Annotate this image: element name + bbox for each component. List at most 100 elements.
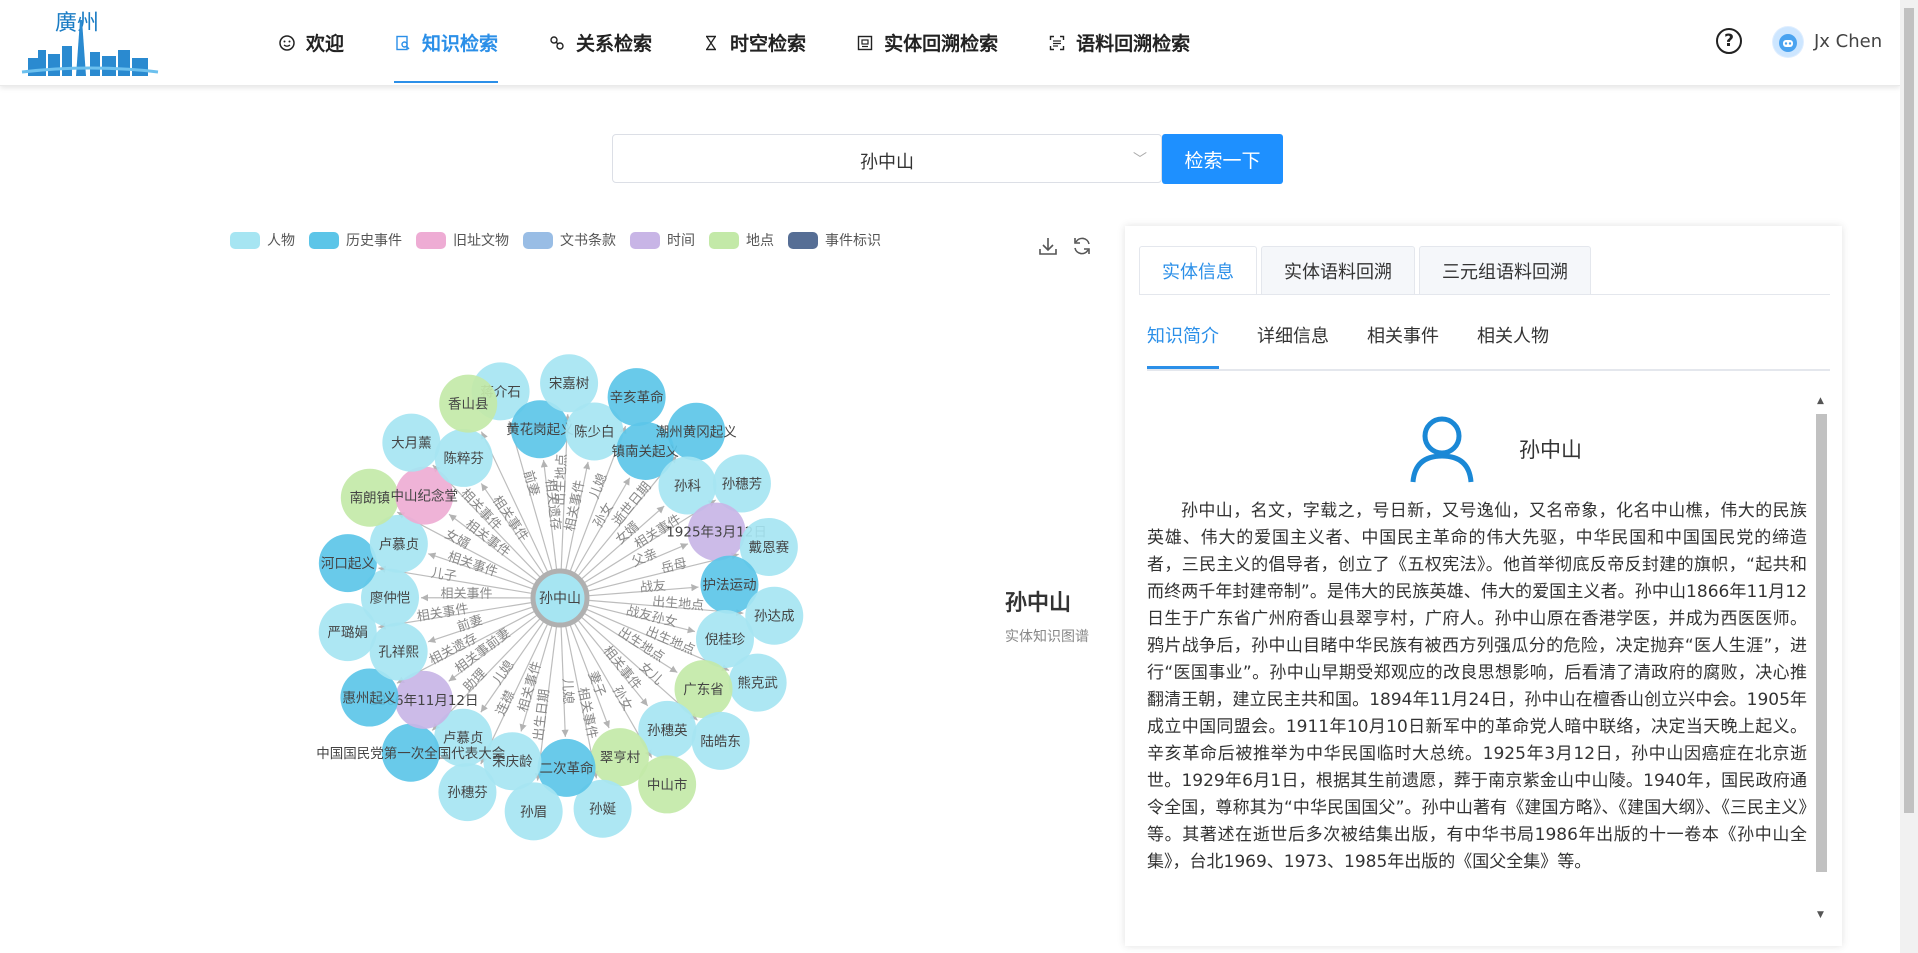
main-nav: 欢迎 知识检索 关系检索 时空检索 实体回溯检索 语料回溯检索 [278, 0, 1240, 85]
svg-text:孙穗芬: 孙穗芬 [447, 785, 488, 801]
svg-text:二次革命: 二次革命 [540, 760, 594, 777]
graph-node[interactable]: 河口起义 [318, 534, 377, 593]
graph-node[interactable]: 孙穗芬 [438, 763, 497, 822]
svg-text:大月薰: 大月薰 [391, 436, 432, 452]
knowledge-graph[interactable]: 前妻 相关遗存出生地点相关事件 儿媳孙女逝世日期女婿相关事件父亲 岳母战友出生地点战友… [280, 315, 870, 875]
nav-spacetime-search[interactable]: 时空检索 [702, 0, 806, 85]
search-button[interactable]: 检索一下 [1162, 134, 1283, 184]
edge-label: 父亲 [630, 546, 660, 570]
tab-triple-corpus-trace[interactable]: 三元组语料回溯 [1419, 246, 1591, 294]
svg-text:中山市: 中山市 [647, 776, 688, 793]
page-scrollbar-thumb[interactable] [1904, 8, 1914, 813]
legend-swatch [230, 231, 260, 249]
svg-text:广东省: 广东省 [683, 682, 724, 698]
page-scrollbar[interactable] [1900, 0, 1918, 953]
legend-label: 地点 [746, 233, 774, 249]
edge-label: 儿媳 [489, 657, 517, 687]
edge-label: 儿媳 [559, 678, 576, 705]
subtab-related-events[interactable]: 相关事件 [1367, 322, 1439, 370]
nav-knowledge-search[interactable]: 知识检索 [394, 0, 499, 85]
refresh-icon[interactable] [1071, 235, 1093, 257]
legend-item-time[interactable]: 时间 [630, 230, 695, 250]
scroll-down-icon[interactable]: ▼ [1817, 910, 1824, 920]
nav-corpus-trace-search[interactable]: 语料回溯检索 [1048, 0, 1190, 85]
subtab-related-persons[interactable]: 相关人物 [1477, 322, 1549, 370]
svg-text:孔祥熙: 孔祥熙 [378, 645, 419, 661]
graph-node[interactable]: 陆皓东 [691, 711, 750, 770]
tab-entity-info[interactable]: 实体信息 [1139, 246, 1257, 294]
graph-center-node[interactable]: 孙中山 [530, 568, 590, 628]
tab-entity-corpus-trace[interactable]: 实体语料回溯 [1261, 246, 1415, 294]
svg-text:卢慕贞: 卢慕贞 [443, 731, 484, 747]
legend-swatch [788, 231, 818, 249]
legend-label: 人物 [267, 233, 295, 249]
svg-text:孙穗芳: 孙穗芳 [722, 476, 763, 492]
legend-swatch [630, 231, 660, 249]
legend-item-place[interactable]: 地点 [709, 230, 774, 250]
nav-entity-trace-search[interactable]: 实体回溯检索 [856, 0, 998, 85]
graph-node[interactable]: 孙眉 [504, 782, 563, 841]
legend-item-event-tag[interactable]: 事件标识 [788, 230, 881, 250]
svg-text:香山县: 香山县 [448, 397, 489, 413]
graph-node[interactable]: 翠亨村 [590, 728, 649, 787]
legend-swatch [709, 231, 739, 249]
edge-label: 岳母 [660, 556, 689, 577]
svg-text:孙娫: 孙娫 [589, 802, 616, 818]
svg-text:黄花岗起义: 黄花岗起义 [506, 422, 574, 438]
svg-text:廖仲恺: 廖仲恺 [370, 590, 411, 607]
help-icon[interactable]: ? [1716, 28, 1742, 54]
guangzhou-logo[interactable]: 廣州 [20, 6, 160, 76]
download-icon[interactable] [1037, 235, 1059, 257]
username[interactable]: Jx Chen [1814, 31, 1882, 52]
summary-text: 孙中山，名文，字载之，号日新，又号逸仙，又名帝象，化名中山樵，伟大的民族英雄、伟… [1147, 501, 1807, 872]
svg-text:河口起义: 河口起义 [321, 556, 375, 572]
search-doc-icon [394, 34, 412, 52]
subtab-summary[interactable]: 知识简介 [1147, 322, 1219, 370]
search-select[interactable]: 孙中山 ﹀ [612, 134, 1162, 183]
nav-relation-search[interactable]: 关系检索 [548, 0, 652, 85]
legend-item-document[interactable]: 文书条款 [523, 230, 616, 250]
svg-text:陆皓东: 陆皓东 [700, 734, 741, 750]
svg-text:陈少白: 陈少白 [574, 424, 615, 441]
legend-item-person[interactable]: 人物 [230, 230, 295, 250]
scroll-up-icon[interactable]: ▲ [1817, 396, 1824, 406]
svg-text:惠州起义: 惠州起义 [342, 691, 396, 707]
svg-text:中国国民党第一次全国代表大会: 中国国民党第一次全国代表大会 [316, 745, 505, 762]
nav-welcome[interactable]: 欢迎 [278, 0, 344, 85]
chevron-down-icon[interactable]: ﹀ [1133, 149, 1147, 169]
legend-item-relic[interactable]: 旧址文物 [416, 230, 509, 250]
graph-node[interactable]: 香山县 [439, 374, 498, 433]
person-icon [1410, 416, 1474, 483]
panel-tabs: 实体信息 实体语料回溯 三元组语料回溯 [1139, 246, 1595, 294]
nav-label: 关系检索 [576, 33, 653, 55]
entity-info-panel: 实体信息 实体语料回溯 三元组语料回溯 知识简介 详细信息 相关事件 相关人物 … [1125, 226, 1842, 946]
subtab-details[interactable]: 详细信息 [1257, 322, 1329, 370]
top-navbar: 廣州 欢迎 知识检索 关系检索 时空检索 实体回溯检索 语料回溯检索 ? Jx … [0, 0, 1900, 86]
graph-legend: 人物 历史事件 旧址文物 文书条款 时间 地点 事件标识 [230, 230, 895, 250]
graph-node[interactable]: 大月薰 [382, 413, 441, 472]
svg-text:陈粹芬: 陈粹芬 [443, 450, 484, 467]
graph-node[interactable]: 孙达成 [745, 586, 804, 645]
svg-text:倪桂珍: 倪桂珍 [705, 632, 746, 648]
hourglass-icon [702, 34, 720, 52]
legend-item-event[interactable]: 历史事件 [309, 230, 402, 250]
graph-node[interactable]: 陈粹芬 [434, 428, 493, 487]
svg-text:严璐娟: 严璐娟 [327, 625, 368, 641]
graph-node[interactable]: 熊克武 [728, 653, 787, 712]
user-avatar[interactable] [1772, 26, 1804, 58]
content-scrollbar[interactable]: ▲ ▼ [1814, 396, 1828, 920]
entity-title: 孙中山 [1005, 591, 1072, 616]
graph-node[interactable]: 辛亥革命 [607, 368, 666, 427]
svg-text:镇南关起义: 镇南关起义 [612, 444, 680, 460]
subtabs-divider [1147, 369, 1830, 371]
content-scrollbar-thumb[interactable] [1816, 414, 1827, 872]
svg-text:孙眉: 孙眉 [520, 804, 547, 820]
edge-label: 出生地点 [553, 453, 570, 506]
legend-label: 时间 [667, 233, 695, 249]
nav-label: 欢迎 [306, 33, 345, 55]
person-name: 孙中山 [1519, 438, 1582, 462]
svg-text:护法运动: 护法运动 [702, 578, 756, 594]
graph-node[interactable]: 孔祥熙 [369, 622, 428, 681]
svg-text:南朗镇: 南朗镇 [350, 491, 391, 507]
legend-swatch [416, 231, 446, 249]
